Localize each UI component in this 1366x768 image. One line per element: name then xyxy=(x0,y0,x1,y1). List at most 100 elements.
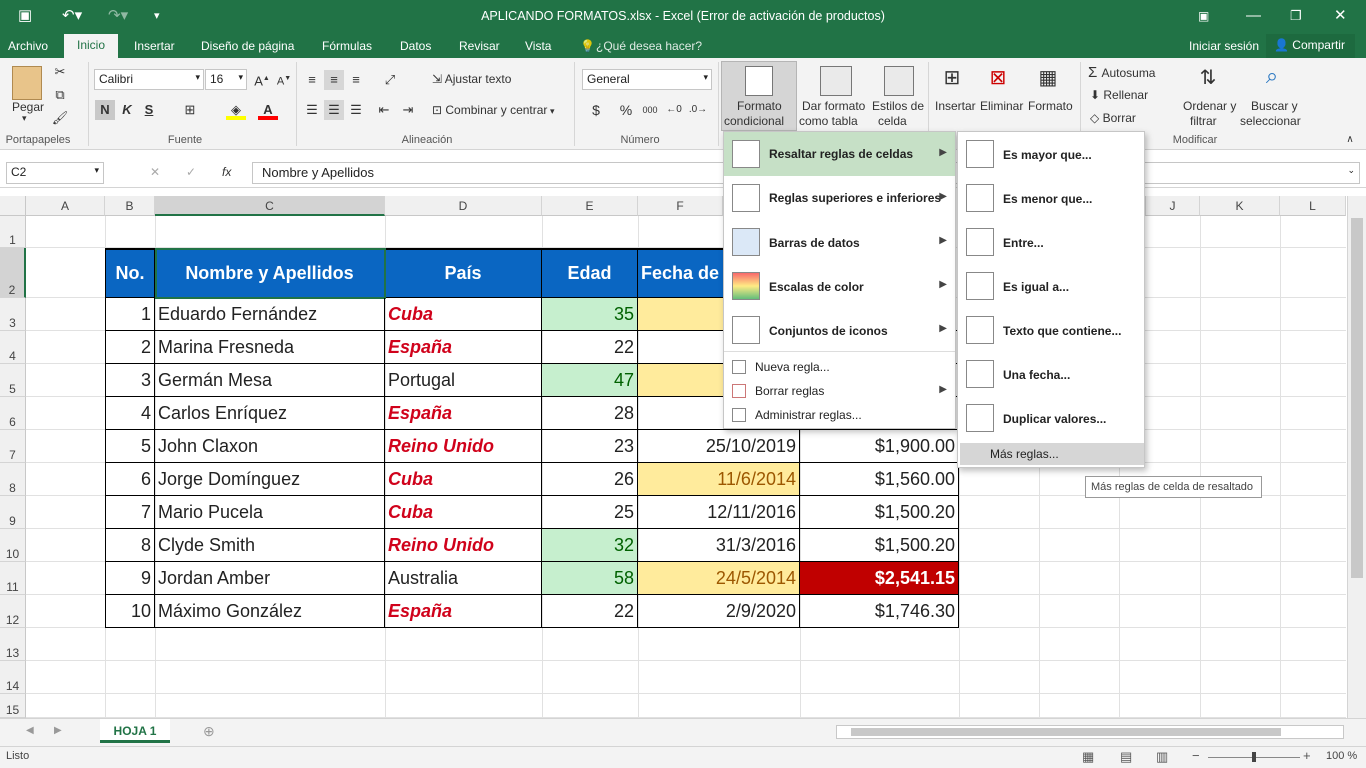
sort-filter-label1[interactable]: Ordenar y xyxy=(1183,99,1236,113)
cell-country[interactable]: España xyxy=(385,595,542,628)
cell-styles-label2[interactable]: celda xyxy=(878,114,907,128)
row-header[interactable]: 3 xyxy=(0,298,26,331)
row-header[interactable]: 11 xyxy=(0,562,26,595)
column-header-k[interactable]: K xyxy=(1200,196,1280,216)
zoom-slider-thumb[interactable] xyxy=(1252,752,1256,762)
find-select-label2[interactable]: seleccionar xyxy=(1240,114,1301,128)
cell-country[interactable]: Cuba xyxy=(385,496,542,529)
horizontal-scroll-thumb[interactable] xyxy=(851,728,1281,736)
row-header[interactable]: 8 xyxy=(0,463,26,496)
tab-inicio[interactable]: Inicio xyxy=(64,34,119,58)
cell-name[interactable]: Mario Pucela xyxy=(155,496,385,529)
cell-no[interactable]: 9 xyxy=(105,562,155,595)
cell-age[interactable]: 26 xyxy=(542,463,638,496)
submenu-item-text-contains[interactable]: Texto que contiene... xyxy=(958,308,1144,352)
cell-amount[interactable]: $2,541.15 xyxy=(800,562,959,595)
decrease-font-icon[interactable]: A▼ xyxy=(274,69,294,89)
cell-amount[interactable]: $1,746.30 xyxy=(800,595,959,628)
column-header-c[interactable]: C xyxy=(155,196,385,216)
cell-country[interactable]: España xyxy=(385,331,542,364)
cell-country[interactable]: Portugal xyxy=(385,364,542,397)
horizontal-scrollbar[interactable] xyxy=(836,725,1344,739)
submenu-item-greater-than[interactable]: Es mayor que... xyxy=(958,132,1144,176)
cell-age[interactable]: 28 xyxy=(542,397,638,430)
format-table-label1[interactable]: Dar formato xyxy=(802,99,865,113)
submenu-item-between[interactable]: Entre... xyxy=(958,220,1144,264)
format-cells-icon[interactable]: ▦ xyxy=(1038,68,1058,88)
align-bottom-icon[interactable]: ≡ xyxy=(346,70,366,90)
cell-no[interactable]: 8 xyxy=(105,529,155,562)
row-header[interactable]: 5 xyxy=(0,364,26,397)
submenu-item-less-than[interactable]: Es menor que... xyxy=(958,176,1144,220)
menu-item-new-rule[interactable]: Nueva regla... xyxy=(724,356,955,378)
clear-button[interactable]: ◇ Borrar xyxy=(1090,111,1136,125)
align-top-icon[interactable]: ≡ xyxy=(302,70,322,90)
cell-date[interactable]: 2/9/2020 xyxy=(638,595,800,628)
cell-no[interactable]: 10 xyxy=(105,595,155,628)
signin-link[interactable]: Iniciar sesión xyxy=(1189,38,1259,58)
font-name-select[interactable]: Calibri ▾ xyxy=(94,69,204,90)
cell-country[interactable]: Reino Unido xyxy=(385,529,542,562)
cell-age[interactable]: 23 xyxy=(542,430,638,463)
format-table-label2[interactable]: como tabla xyxy=(799,114,858,128)
cell-name[interactable]: Germán Mesa xyxy=(155,364,385,397)
cancel-entry-icon[interactable]: ✕ xyxy=(150,165,160,179)
page-layout-icon[interactable]: ▤ xyxy=(1120,749,1132,765)
cell-name[interactable]: Eduardo Fernández xyxy=(155,298,385,331)
column-header-e[interactable]: E xyxy=(542,196,638,216)
row-header[interactable]: 2 xyxy=(0,248,26,298)
tab-vista[interactable]: Vista xyxy=(525,38,551,58)
format-as-table-icon[interactable] xyxy=(820,66,852,96)
cell-name[interactable]: John Claxon xyxy=(155,430,385,463)
autosum-button[interactable]: Σ Autosuma xyxy=(1088,64,1155,81)
decrease-decimal-icon[interactable]: .0→ xyxy=(688,100,708,120)
fill-color-icon[interactable]: ◈ xyxy=(226,100,246,120)
row-header[interactable]: 4 xyxy=(0,331,26,364)
cell-amount[interactable]: $1,500.20 xyxy=(800,496,959,529)
cell-date[interactable]: 11/6/2014 xyxy=(638,463,800,496)
cell-country[interactable]: Australia xyxy=(385,562,542,595)
sort-filter-label2[interactable]: filtrar xyxy=(1190,114,1217,128)
paste-dropdown-icon[interactable]: ▾ xyxy=(22,113,27,124)
align-center-icon[interactable]: ☰ xyxy=(324,100,344,120)
row-header[interactable]: 12 xyxy=(0,595,26,628)
menu-item-clear-rules[interactable]: Borrar reglas ▶ xyxy=(724,380,955,402)
row-header[interactable]: 1 xyxy=(0,216,26,248)
cell-no[interactable]: 2 xyxy=(105,331,155,364)
sheet-tab-hoja1[interactable]: HOJA 1 xyxy=(100,719,170,743)
normal-view-icon[interactable]: ▦ xyxy=(1082,749,1094,765)
cell-country[interactable]: Cuba xyxy=(385,298,542,331)
tab-diseno-pagina[interactable]: Diseño de página xyxy=(201,38,294,58)
cell-amount[interactable]: $1,500.20 xyxy=(800,529,959,562)
vertical-scrollbar[interactable] xyxy=(1347,196,1366,718)
underline-button[interactable]: S xyxy=(139,100,159,120)
cut-icon[interactable]: ✂ xyxy=(50,62,70,82)
scroll-right-icon[interactable]: ▶ xyxy=(54,725,62,736)
cell-age[interactable]: 58 xyxy=(542,562,638,595)
find-select-icon[interactable]: ⌕ xyxy=(1262,65,1282,87)
submenu-item-equal-to[interactable]: Es igual a... xyxy=(958,264,1144,308)
cell-no[interactable]: 7 xyxy=(105,496,155,529)
delete-cells-icon[interactable]: ⊠ xyxy=(988,68,1008,88)
collapse-ribbon-icon[interactable]: ∧ xyxy=(1340,130,1360,150)
row-header[interactable]: 15 xyxy=(0,694,26,718)
cell-name[interactable]: Jorge Domínguez xyxy=(155,463,385,496)
decrease-indent-icon[interactable]: ⇤ xyxy=(374,100,394,120)
cell-age[interactable]: 22 xyxy=(542,331,638,364)
increase-font-icon[interactable]: A▲ xyxy=(252,69,272,89)
menu-item-manage-rules[interactable]: Administrar reglas... xyxy=(724,404,955,426)
zoom-out-icon[interactable]: − xyxy=(1192,748,1200,763)
tab-archivo[interactable]: Archivo xyxy=(8,38,48,58)
header-no[interactable]: No. xyxy=(105,248,155,298)
menu-item-color-scales[interactable]: Escalas de color ▶ xyxy=(724,264,955,308)
cell-date[interactable]: 25/10/2019 xyxy=(638,430,800,463)
cell-no[interactable]: 3 xyxy=(105,364,155,397)
sort-filter-icon[interactable]: ⇅ xyxy=(1198,68,1218,88)
align-right-icon[interactable]: ☰ xyxy=(346,100,366,120)
accounting-format-button[interactable]: $ xyxy=(586,100,606,120)
menu-item-highlight-rules[interactable]: Resaltar reglas de celdas ▶ xyxy=(724,132,955,176)
paste-button[interactable]: Pegar xyxy=(12,100,44,114)
cell-age[interactable]: 47 xyxy=(542,364,638,397)
row-header[interactable]: 13 xyxy=(0,628,26,661)
close-icon[interactable]: ✕ xyxy=(1334,6,1347,26)
